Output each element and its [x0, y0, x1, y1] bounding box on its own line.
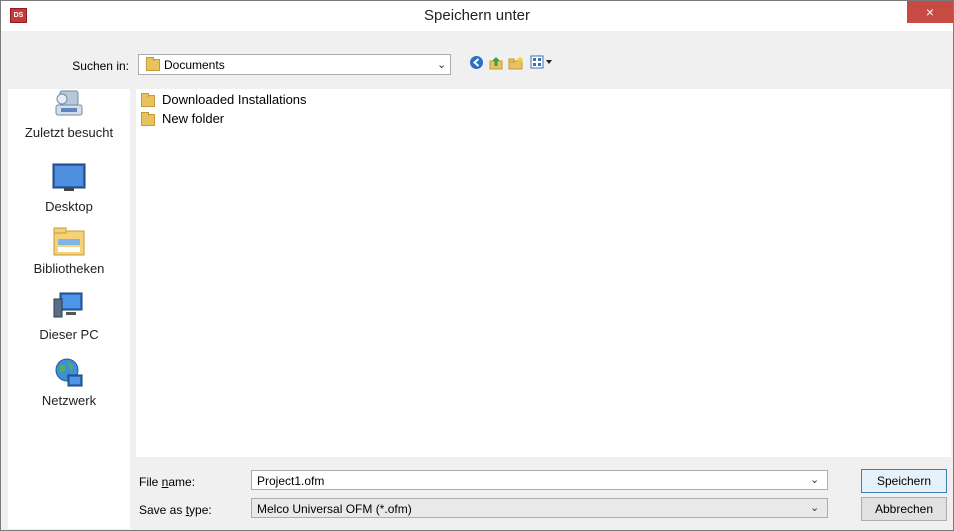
place-label: Zuletzt besucht	[24, 125, 114, 140]
file-name-value: Project1.ofm	[257, 474, 325, 488]
up-folder-icon[interactable]	[487, 55, 505, 73]
back-icon[interactable]	[467, 55, 485, 73]
place-network[interactable]: Netzwerk	[8, 357, 130, 408]
place-this-pc[interactable]: Dieser PC	[8, 291, 130, 342]
look-in-dropdown[interactable]: Documents ⌄	[138, 54, 451, 75]
save-type-label-part: ype:	[189, 503, 212, 517]
place-label: Desktop	[45, 199, 93, 214]
file-name: New folder	[162, 111, 225, 126]
save-as-dialog: DS Speichern unter × Suchen in: Document…	[0, 0, 954, 531]
place-label: Dieser PC	[39, 327, 99, 342]
chevron-down-icon[interactable]: ⌄	[810, 473, 819, 486]
folder-icon	[141, 112, 155, 126]
save-type-dropdown[interactable]: Melco Universal OFM (*.ofm) ⌄	[251, 498, 828, 518]
file-name: Downloaded Installations	[162, 92, 307, 107]
file-name-label-part: File	[139, 475, 162, 489]
file-name-label: File name:	[139, 475, 195, 489]
close-button[interactable]: ×	[907, 1, 953, 23]
save-type-value: Melco Universal OFM (*.ofm)	[257, 502, 412, 516]
place-label: Netzwerk	[41, 393, 97, 408]
title-bar: DS Speichern unter ×	[1, 1, 953, 31]
chevron-down-icon: ⌄	[437, 59, 447, 71]
save-type-label-part: Save as	[139, 503, 186, 517]
window-title: Speichern unter	[424, 7, 530, 24]
file-name-input[interactable]: Project1.ofm ⌄	[251, 470, 828, 490]
file-list[interactable]: Downloaded Installations New folder	[136, 89, 951, 457]
places-bar: Zuletzt besucht Desktop Bibliotheken Die…	[8, 89, 130, 529]
place-label: Bibliotheken	[33, 261, 105, 276]
cancel-button[interactable]: Abbrechen	[861, 497, 947, 521]
network-icon	[52, 357, 86, 387]
view-menu-icon[interactable]	[529, 55, 555, 73]
place-recent[interactable]: Zuletzt besucht	[8, 89, 130, 140]
recent-places-icon	[52, 89, 86, 119]
libraries-icon	[52, 225, 86, 256]
new-folder-icon[interactable]	[507, 55, 525, 73]
place-desktop[interactable]: Desktop	[8, 163, 130, 214]
computer-icon	[52, 291, 86, 321]
chevron-down-icon: ⌄	[810, 502, 820, 514]
look-in-value: Documents	[164, 58, 225, 72]
folder-icon	[141, 93, 155, 107]
save-type-label: Save as type:	[139, 503, 212, 517]
save-button[interactable]: Speichern	[861, 469, 947, 493]
place-libraries[interactable]: Bibliotheken	[8, 225, 130, 276]
desktop-icon	[52, 163, 86, 193]
file-name-label-part: ame:	[168, 475, 196, 489]
documents-folder-icon	[146, 57, 160, 71]
look-in-label: Suchen in:	[72, 59, 129, 73]
